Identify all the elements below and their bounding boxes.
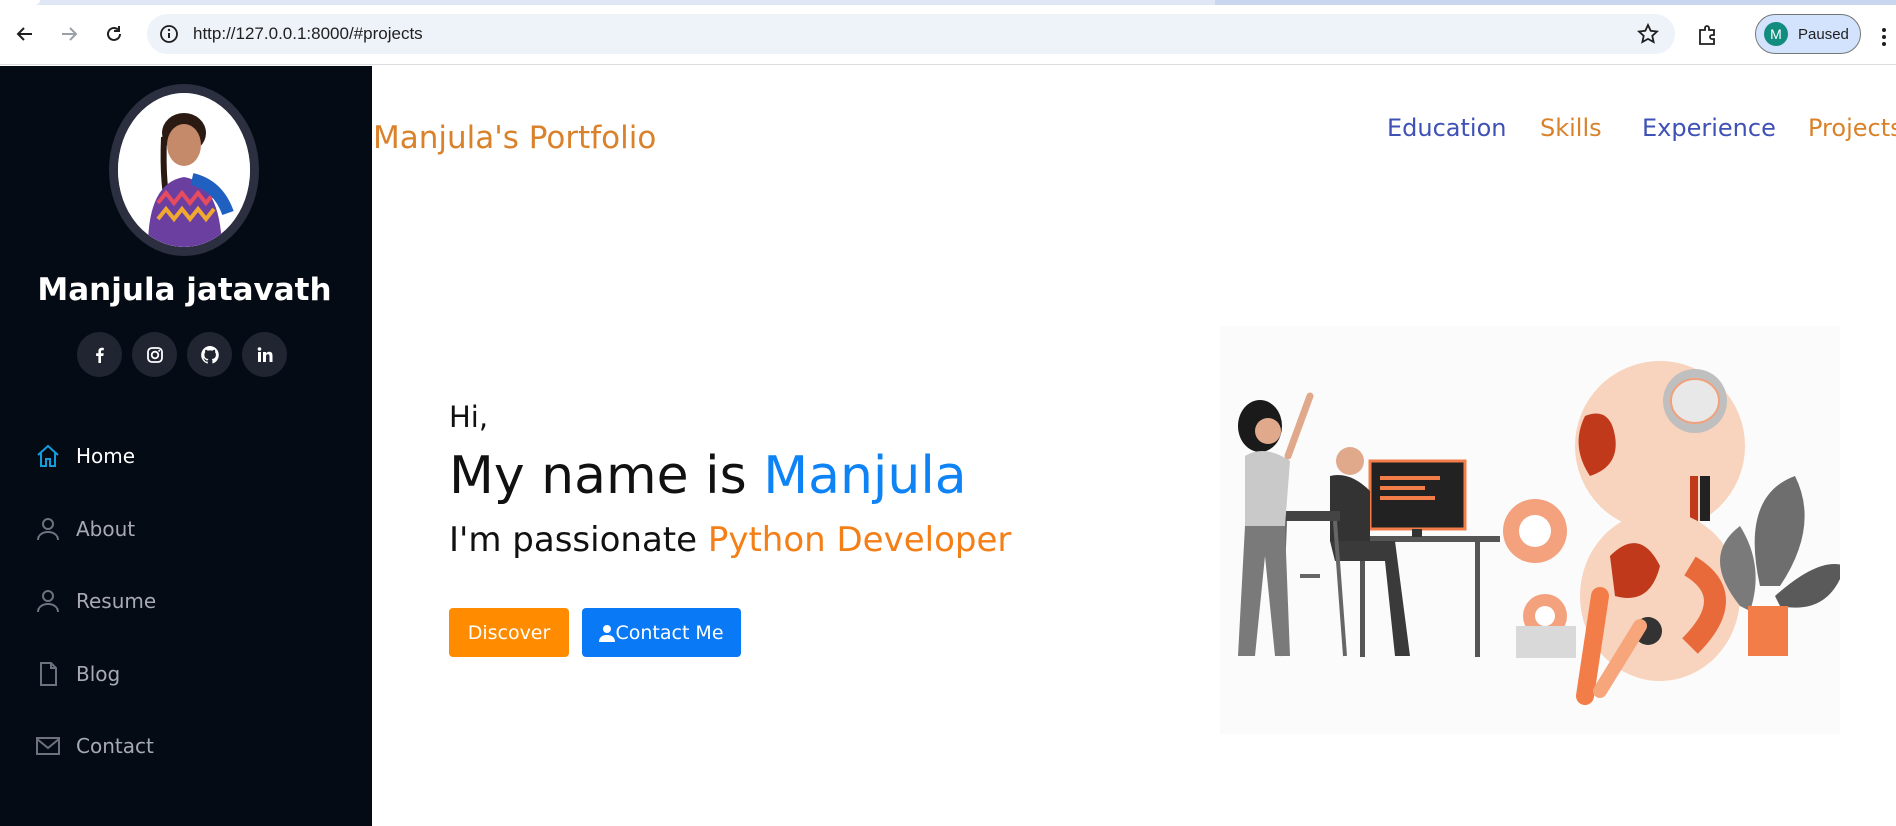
hero-title: My name is Manjula — [449, 446, 967, 506]
sidebar: Manjula jatavath Home About Resume Blog … — [0, 66, 372, 826]
forward-button[interactable] — [54, 19, 84, 49]
site-info-icon[interactable] — [159, 24, 179, 49]
sidebar-item-label: About — [76, 517, 136, 541]
github-icon — [200, 345, 219, 364]
profile-avatar: M — [1764, 22, 1788, 46]
sidebar-item-label: Blog — [76, 662, 121, 686]
nav-link-education[interactable]: Education — [1387, 114, 1506, 142]
contact-me-button[interactable]: Contact Me — [582, 608, 741, 657]
hero-illustration — [1220, 326, 1845, 734]
user-icon — [37, 590, 59, 613]
browser-toolbar: http://127.0.0.1:8000/#projects M Paused — [0, 5, 1896, 65]
hero-sub-prefix: I'm passionate — [449, 520, 708, 560]
home-icon — [37, 444, 59, 467]
user-solid-icon — [599, 624, 616, 642]
facebook-link[interactable] — [77, 332, 122, 377]
hero-greeting: Hi, — [449, 400, 489, 434]
sidebar-item-label: Home — [76, 444, 136, 468]
file-icon — [40, 662, 57, 686]
discover-label: Discover — [467, 621, 551, 644]
sidebar-item-label: Contact — [76, 734, 154, 758]
contact-me-label: Contact Me — [615, 621, 724, 644]
hero-title-prefix: My name is — [449, 446, 764, 506]
hero-name: Manjula — [763, 446, 967, 506]
instagram-icon — [146, 346, 163, 363]
brand-title[interactable]: Manjula's Portfolio — [373, 120, 656, 156]
sidebar-item-label: Resume — [76, 589, 157, 613]
profile-photo — [109, 84, 259, 256]
reload-icon — [107, 26, 121, 41]
user-icon — [37, 518, 59, 541]
more-options-icon[interactable] — [1880, 27, 1888, 52]
reload-button[interactable] — [99, 19, 129, 49]
sidebar-item-resume[interactable]: Resume — [34, 581, 156, 621]
extensions-icon[interactable] — [1696, 24, 1718, 51]
facebook-icon — [95, 347, 104, 363]
nav-link-skills[interactable]: Skills — [1540, 114, 1602, 142]
arrow-left-icon — [16, 27, 32, 41]
github-link[interactable] — [187, 332, 232, 377]
back-button[interactable] — [10, 19, 40, 49]
nav-link-experience[interactable]: Experience — [1642, 114, 1776, 142]
sidebar-item-about[interactable]: About — [34, 509, 135, 549]
discover-button[interactable]: Discover — [449, 608, 569, 657]
envelope-icon — [36, 737, 60, 755]
sidebar-item-home[interactable]: Home — [34, 436, 135, 476]
avatar — [118, 93, 250, 247]
profile-status: Paused — [1798, 25, 1849, 43]
profile-chip[interactable]: M Paused — [1755, 14, 1861, 54]
sidebar-item-contact[interactable]: Contact — [34, 726, 154, 766]
arrow-right-icon — [62, 27, 78, 41]
instagram-link[interactable] — [132, 332, 177, 377]
nav-link-projects[interactable]: Projects — [1808, 114, 1896, 142]
url-text[interactable]: http://127.0.0.1:8000/#projects — [193, 14, 423, 54]
sidebar-name: Manjula jatavath — [37, 272, 332, 308]
sidebar-item-blog[interactable]: Blog — [34, 654, 120, 694]
linkedin-link[interactable] — [242, 332, 287, 377]
hero-role: Python Developer — [707, 520, 1012, 560]
hero-subtitle: I'm passionate Python Developer — [449, 520, 1011, 560]
linkedin-icon — [257, 346, 272, 362]
bookmark-star-icon[interactable] — [1636, 22, 1660, 50]
address-bar[interactable]: http://127.0.0.1:8000/#projects — [147, 14, 1675, 54]
